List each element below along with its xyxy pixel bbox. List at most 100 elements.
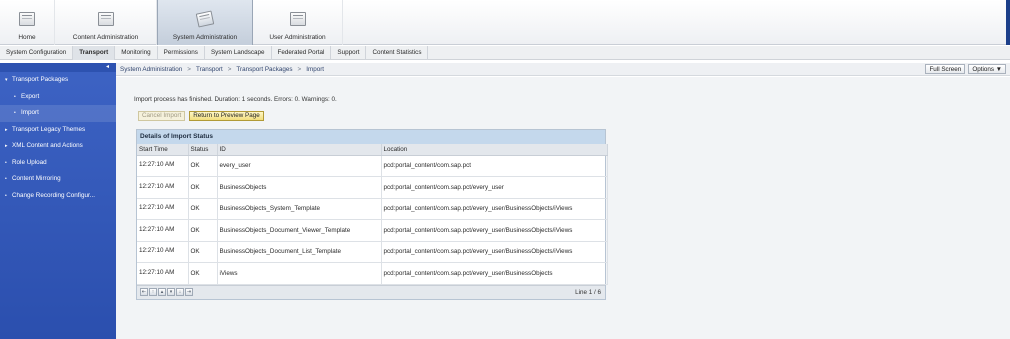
sidebar-item-role-upload[interactable]: • Role Upload <box>0 155 116 172</box>
sidebar-item-label: Transport Packages <box>12 76 69 83</box>
cell-start-time: 12:27:10 AM <box>137 262 189 285</box>
cell-status: OK <box>188 176 218 199</box>
subnav-support[interactable]: Support <box>331 45 367 60</box>
cell-location: pcd:portal_content/com.sap.pct/every_use… <box>381 219 608 242</box>
cell-id: every_user <box>217 155 382 177</box>
first-page-icon[interactable]: ⇤ <box>140 287 148 296</box>
cell-status: OK <box>188 262 218 285</box>
full-screen-button[interactable]: Full Screen <box>925 64 966 74</box>
breadcrumb-system-administration[interactable]: System Administration <box>120 66 182 73</box>
return-to-preview-button[interactable]: Return to Preview Page <box>189 111 264 121</box>
sidebar-item-label: Transport Legacy Themes <box>12 125 86 133</box>
nav-tab-label: System Administration <box>172 34 238 41</box>
sidebar-item-content-mirroring[interactable]: • Content Mirroring <box>0 171 116 188</box>
sidebar-item-transport-legacy-themes[interactable]: ▸ Transport Legacy Themes <box>0 122 116 139</box>
row-up-icon[interactable]: ▴ <box>158 287 166 296</box>
sidebar-item-change-recording-configuration[interactable]: • Change Recording Configur... <box>0 188 116 205</box>
top-level-navigation: Home Content Administration System Admin… <box>0 0 1010 45</box>
page-down-icon[interactable]: ↓ <box>176 287 184 296</box>
cell-id: BusinessObjects_Document_Viewer_Template <box>217 219 382 242</box>
table-row[interactable]: 12:27:10 AM OK every_user pcd:portal_con… <box>137 155 608 177</box>
sidebar-item-import[interactable]: • Import <box>0 105 116 122</box>
table-row[interactable]: 12:27:10 AM OK BusinessObjects_Document_… <box>137 241 608 263</box>
content-admin-folder-icon <box>96 10 116 28</box>
nav-tab-user-administration[interactable]: User Administration <box>253 0 343 45</box>
options-menu-button[interactable]: Options ▼ <box>968 64 1006 74</box>
home-folder-icon <box>17 10 37 28</box>
action-buttons: Cancel Import Return to Preview Page <box>138 111 268 121</box>
column-header-location[interactable]: Location <box>381 144 608 156</box>
sidebar-item-label: XML Content and Actions <box>12 142 83 149</box>
bullet-icon: • <box>14 110 16 116</box>
column-header-id[interactable]: ID <box>217 144 382 156</box>
cell-id: BusinessObjects <box>217 176 382 199</box>
table-title: Details of Import Status <box>137 130 605 144</box>
cell-start-time: 12:27:10 AM <box>137 198 189 220</box>
table-footer: ⇤ ↑ ▴ ▾ ↓ ⇥ Line 1 / 6 <box>137 284 605 299</box>
page-up-icon[interactable]: ↑ <box>149 287 157 296</box>
sidebar-item-label: Export <box>21 92 40 100</box>
bullet-icon: • <box>5 159 7 166</box>
bullet-icon: • <box>5 176 7 182</box>
sidebar-header: ◂ <box>0 63 116 72</box>
sidebar-item-transport-packages[interactable]: ▾ Transport Packages <box>0 72 116 89</box>
nav-tab-content-administration[interactable]: Content Administration <box>55 0 157 45</box>
table-header-row: Start Time Status ID Location <box>137 144 608 156</box>
collapse-arrow-icon[interactable]: ◂ <box>106 64 112 71</box>
breadcrumb-separator: > <box>227 65 232 73</box>
collapsed-triangle-icon: ▸ <box>5 143 8 149</box>
user-admin-folder-icon <box>288 10 308 28</box>
cell-id: iViews <box>217 262 382 285</box>
cell-status: OK <box>188 241 218 263</box>
nav-tab-label: Home <box>18 34 36 41</box>
subnav-system-configuration[interactable]: System Configuration <box>0 45 74 60</box>
subnav-permissions[interactable]: Permissions <box>158 45 205 60</box>
detailed-navigation: ◂ ▾ Transport Packages • Export • Import ▸ T… <box>0 63 116 339</box>
page-tools: Full Screen Options ▼ <box>922 64 1006 74</box>
column-header-start-time[interactable]: Start Time <box>137 144 189 156</box>
cell-id: BusinessObjects_System_Template <box>217 198 382 220</box>
subnav-transport[interactable]: Transport <box>73 45 116 60</box>
expanded-triangle-icon: ▾ <box>5 77 8 83</box>
second-level-navigation: System Configuration Transport Monitorin… <box>0 45 1010 60</box>
nav-tab-label: User Administration <box>269 34 326 41</box>
import-status-table: Details of Import Status Start Time Stat… <box>136 129 608 300</box>
cell-start-time: 12:27:10 AM <box>137 155 189 177</box>
nav-tab-home[interactable]: Home <box>0 0 55 45</box>
cell-location: pcd:portal_content/com.sap.pct/every_use… <box>381 176 608 199</box>
cell-status: OK <box>188 155 218 177</box>
cell-location: pcd:portal_content/com.sap.pct <box>381 155 608 177</box>
last-page-icon[interactable]: ⇥ <box>185 287 193 296</box>
table-row[interactable]: 12:27:10 AM OK BusinessObjects_Document_… <box>137 219 608 242</box>
breadcrumb-separator: > <box>187 65 191 73</box>
table-row[interactable]: 12:27:10 AM OK BusinessObjects_System_Te… <box>137 198 608 220</box>
cell-start-time: 12:27:10 AM <box>137 176 189 199</box>
cell-status: OK <box>188 219 218 242</box>
subnav-monitoring[interactable]: Monitoring <box>115 45 158 60</box>
table-row[interactable]: 12:27:10 AM OK iViews pcd:portal_content… <box>137 262 608 285</box>
cell-location: pcd:portal_content/com.sap.pct/every_use… <box>381 241 608 263</box>
column-header-status[interactable]: Status <box>188 144 218 156</box>
sidebar-item-label: Content Mirroring <box>12 175 61 182</box>
collapsed-triangle-icon: ▸ <box>5 126 8 133</box>
import-result-message: Import process has finished. Duration: 1… <box>134 96 337 103</box>
breadcrumb-import[interactable]: Import <box>306 66 324 73</box>
cell-start-time: 12:27:10 AM <box>137 219 189 242</box>
subnav-content-statistics[interactable]: Content Statistics <box>366 45 429 60</box>
nav-tab-system-administration[interactable]: System Administration <box>157 0 253 45</box>
subnav-system-landscape[interactable]: System Landscape <box>205 45 272 60</box>
subnav-federated-portal[interactable]: Federated Portal <box>272 45 332 60</box>
breadcrumb-separator: > <box>297 65 302 73</box>
bullet-icon: • <box>5 192 7 199</box>
sidebar-item-xml-content-and-actions[interactable]: ▸ XML Content and Actions <box>0 138 116 155</box>
breadcrumb-transport-packages[interactable]: Transport Packages <box>236 66 292 73</box>
cell-start-time: 12:27:10 AM <box>137 241 189 263</box>
sidebar-item-export[interactable]: • Export <box>0 89 116 106</box>
cancel-import-button[interactable]: Cancel Import <box>138 111 186 121</box>
table-row[interactable]: 12:27:10 AM OK BusinessObjects pcd:porta… <box>137 176 608 199</box>
breadcrumb: System Administration > Transport > Tran… <box>116 63 1010 76</box>
breadcrumb-transport[interactable]: Transport <box>196 66 223 73</box>
bullet-icon: • <box>14 93 16 100</box>
window-edge-accent <box>1006 0 1010 45</box>
row-down-icon[interactable]: ▾ <box>167 287 175 296</box>
